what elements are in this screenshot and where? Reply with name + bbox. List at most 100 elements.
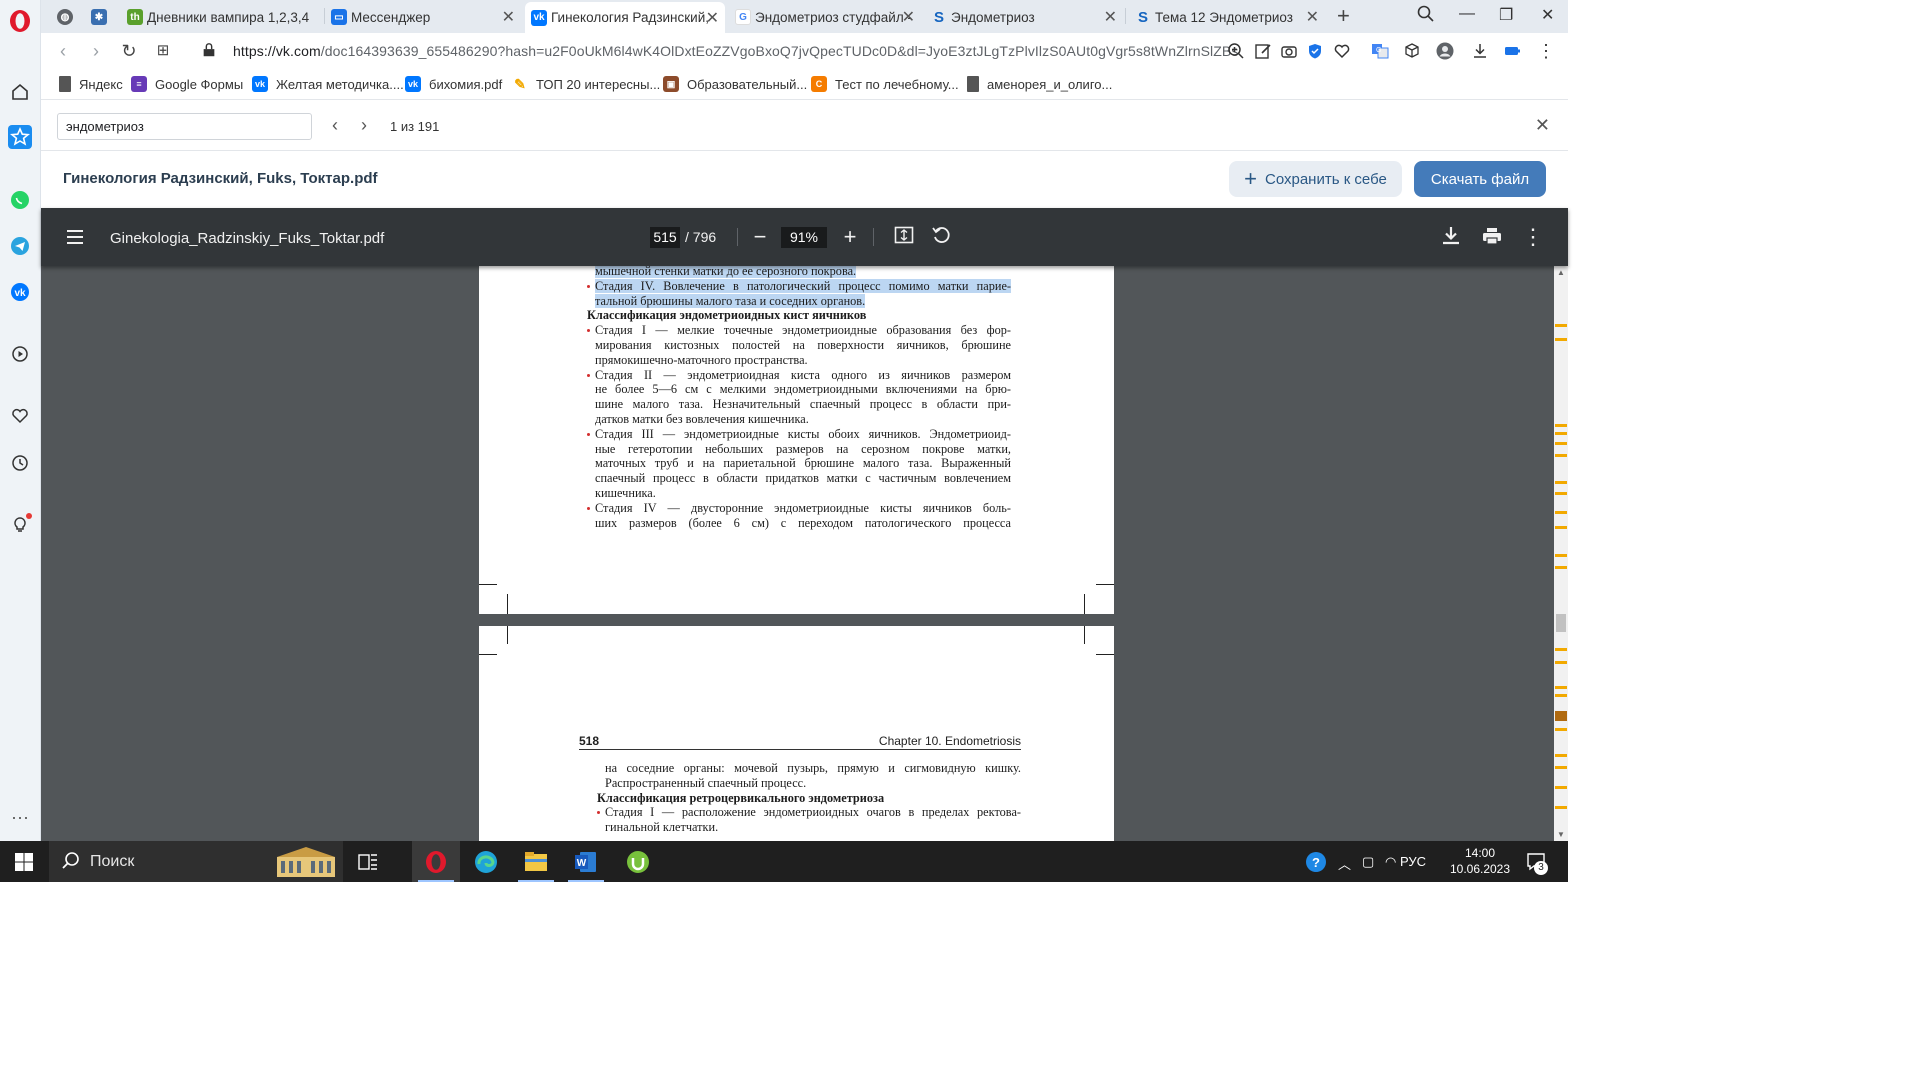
minimize-icon[interactable]: — [1459,5,1475,23]
telegram-icon[interactable] [8,234,32,258]
bookmark-yellow-manual[interactable]: vk Желтая методичка.... [252,76,404,92]
reload-icon[interactable]: ↻ [119,41,139,61]
education-icon: ▣ [663,76,679,92]
close-window-icon[interactable]: ✕ [1541,5,1554,25]
medical-icon: ✱ [91,9,107,25]
tray-device-icon[interactable]: ▢ [1362,854,1374,870]
bookmark-test[interactable]: C Тест по лечебному... [811,76,959,92]
more-icon[interactable]: ··· [8,808,32,828]
profile-avatar-icon[interactable] [1436,42,1454,60]
bookmark-yandex[interactable]: Яндекс [59,76,123,92]
pdf-scrollbar[interactable]: ▲ ▼ [1554,266,1568,841]
word-icon[interactable]: W [562,841,610,882]
opera-taskbar-icon[interactable] [412,841,460,882]
edit-icon[interactable] [1254,42,1272,60]
tab-messenger[interactable]: ▭ Мессенджер ✕ [325,4,521,30]
downloads-icon[interactable] [1471,42,1489,60]
page-number-input[interactable]: 515 [650,227,680,248]
lightbulb-icon[interactable] [8,513,32,537]
clock-date: 10.06.2023 [1449,862,1511,876]
history-clock-icon[interactable] [8,451,32,475]
tab-tema-12[interactable]: S Тема 12 Эндометриоз ✕ [1129,4,1325,30]
find-close-icon[interactable]: ✕ [1535,115,1550,136]
battery-saver-icon[interactable] [1504,42,1522,60]
tab-close-icon[interactable]: ✕ [1104,7,1117,27]
tab-vampire-diaries[interactable]: th Дневники вампира 1,2,3,4 [121,4,321,30]
bookmark-education[interactable]: ▣ Образовательный... [663,76,807,92]
tab-close-icon[interactable]: ✕ [902,7,915,27]
system-clock[interactable]: 14:00 10.06.2023 [1447,845,1513,877]
heart-icon[interactable] [8,404,32,428]
fit-to-page-icon[interactable] [892,225,916,249]
text-line: Стадия IV — двусторонние эндометриоидные… [587,501,1011,516]
find-next-icon[interactable]: › [361,115,367,136]
snapshot-camera-icon[interactable] [1280,42,1298,60]
rotate-icon[interactable] [929,225,953,249]
download-file-button[interactable]: Скачать файл [1414,161,1546,197]
url-field[interactable]: https://vk.com/doc164393639_655486290?ha… [233,43,1238,59]
save-to-my-docs-button[interactable]: + Сохранить к себе [1229,161,1402,197]
whatsapp-icon[interactable] [8,188,32,212]
back-icon[interactable]: ‹ [53,41,73,61]
new-tab-plus-icon[interactable]: + [1337,3,1350,29]
text-line: кишечника. [595,485,656,500]
tab-endometrioz[interactable]: S Эндометриоз ✕ [925,4,1123,30]
find-input[interactable] [57,113,312,140]
bookmark-amenorrhea[interactable]: аменорея_и_олиго... [967,76,1112,92]
taskbar-search-box[interactable]: Поиск [49,841,343,882]
zoom-out-icon[interactable]: − [748,225,772,249]
notification-center-icon[interactable]: 3 [1526,851,1548,876]
clock-time: 14:00 [1464,846,1496,860]
shield-icon[interactable] [1306,42,1324,60]
find-previous-icon[interactable]: ‹ [332,115,338,136]
scroll-down-arrow-icon[interactable]: ▼ [1557,830,1565,839]
windows-start-icon[interactable] [14,852,34,872]
task-view-icon[interactable] [344,841,392,882]
zoom-icon[interactable] [1227,42,1245,60]
hamburger-menu-icon[interactable] [65,227,85,247]
tab-ginekologia-active[interactable]: vk Гинекология Радзинский, ✕ [525,2,725,33]
bookmarks-star-icon[interactable] [8,125,32,149]
pdf-more-icon[interactable]: ⋮ [1521,225,1545,249]
tab-label: Дневники вампира 1,2,3,4 [147,9,310,25]
player-icon[interactable] [8,342,32,366]
tab-close-icon[interactable]: ✕ [502,7,515,27]
bookmark-label: Желтая методичка.... [276,76,404,92]
zoom-level-input[interactable]: 91% [781,227,827,248]
home-icon[interactable] [8,80,32,104]
print-icon[interactable] [1480,225,1504,249]
tab-pinned-globe[interactable]: ◍ [51,4,79,30]
tab-close-icon[interactable]: ✕ [1306,7,1319,27]
edge-icon[interactable] [462,841,510,882]
tab-studfile[interactable]: G Эндометриоз студфайл - Г ✕ [729,4,921,30]
pdf-download-icon[interactable] [1439,225,1463,249]
tray-chevron-up-icon[interactable]: ︿ [1338,854,1351,873]
scroll-up-arrow-icon[interactable]: ▲ [1557,268,1565,277]
maximize-icon[interactable]: ❐ [1499,5,1513,25]
extensions-cube-icon[interactable] [1403,42,1421,60]
scroll-thumb[interactable] [1556,614,1566,632]
menu-dots-icon[interactable]: ⋮ [1537,42,1555,60]
opera-logo-icon[interactable] [8,9,32,33]
bookmark-google-forms[interactable]: ≡ Google Формы [131,76,243,92]
network-icon[interactable]: ◠ [1385,854,1396,870]
notification-count-badge: 3 [1534,861,1548,875]
zoom-in-icon[interactable]: + [838,225,862,249]
heart-bookmark-icon[interactable] [1333,42,1351,60]
tab-search-icon[interactable] [1417,5,1435,28]
bookmark-biochemistry[interactable]: vk бихомия.pdf [405,76,502,92]
bookmark-top-20[interactable]: ✎ ТОП 20 интересны... [512,76,660,92]
forward-icon[interactable]: › [86,41,106,61]
svg-text:?: ? [1312,855,1320,870]
translate-icon[interactable]: G [1371,42,1389,60]
tab-pinned-medical[interactable]: ✱ [85,4,113,30]
tab-grid-icon[interactable]: ⊞ [153,41,173,61]
file-explorer-icon[interactable] [512,841,560,882]
tab-close-icon[interactable]: ✕ [706,8,719,28]
lock-icon[interactable] [201,42,219,60]
vk-messenger-icon[interactable]: vk [8,280,32,304]
help-icon[interactable]: ? [1305,851,1329,876]
utorrent-icon[interactable] [614,841,662,882]
lang-indicator[interactable]: РУС [1400,854,1426,869]
pdf-canvas[interactable]: мышечной стенки матки до ее серозного по… [41,266,1554,841]
